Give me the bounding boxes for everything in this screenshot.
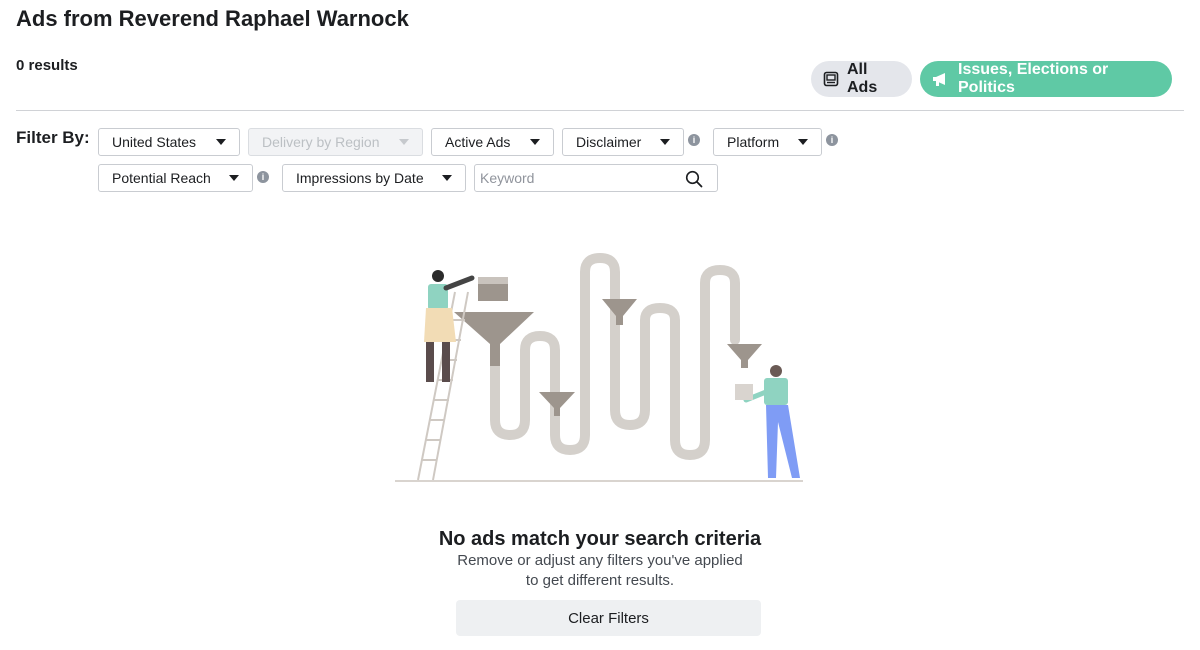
chevron-down-icon xyxy=(399,139,409,145)
delivery-region-value: Delivery by Region xyxy=(262,134,380,150)
results-count: 0 results xyxy=(16,57,78,74)
funnel-small-1 xyxy=(539,392,575,416)
funnel-small-2 xyxy=(602,299,637,325)
reach-info-icon[interactable]: i xyxy=(257,171,269,183)
country-dropdown[interactable]: United States xyxy=(98,128,240,156)
chevron-down-icon xyxy=(229,175,239,181)
empty-state-description: Remove or adjust any filters you've appl… xyxy=(457,552,743,589)
issues-politics-button[interactable]: Issues, Elections or Politics xyxy=(920,61,1172,97)
platform-info-icon[interactable]: i xyxy=(826,134,838,146)
impressions-value: Impressions by Date xyxy=(296,170,424,186)
reach-value: Potential Reach xyxy=(112,170,211,186)
empty-state-illustration xyxy=(395,252,803,482)
platform-dropdown[interactable]: Platform xyxy=(713,128,822,156)
chevron-down-icon xyxy=(798,139,808,145)
delivery-region-dropdown: Delivery by Region xyxy=(248,128,423,156)
clear-filters-button[interactable]: Clear Filters xyxy=(456,600,761,636)
disclaimer-dropdown[interactable]: Disclaimer xyxy=(562,128,684,156)
disclaimer-info-icon[interactable]: i xyxy=(688,134,700,146)
empty-state-title: No ads match your search criteria xyxy=(438,528,762,550)
page-title: Ads from Reverend Raphael Warnock xyxy=(16,6,409,31)
all-ads-label: All Ads xyxy=(847,61,878,96)
pipe xyxy=(490,252,740,461)
platform-value: Platform xyxy=(727,134,780,150)
search-icon[interactable] xyxy=(685,170,703,193)
box xyxy=(478,277,508,301)
disclaimer-value: Disclaimer xyxy=(576,134,642,150)
funnel-small-3 xyxy=(727,344,762,368)
status-value: Active Ads xyxy=(445,134,511,150)
filter-label: Filter By: xyxy=(16,128,90,147)
ads-icon xyxy=(823,71,839,87)
megaphone-icon xyxy=(932,71,950,87)
chevron-down-icon xyxy=(216,139,226,145)
keyword-input[interactable] xyxy=(475,170,685,186)
person-with-cup xyxy=(735,365,800,478)
reach-dropdown[interactable]: Potential Reach xyxy=(98,164,253,192)
chevron-down-icon xyxy=(660,139,670,145)
person-on-ladder xyxy=(424,270,475,382)
funnels xyxy=(454,299,762,416)
country-value: United States xyxy=(112,134,197,150)
issues-politics-label: Issues, Elections or Politics xyxy=(958,61,1109,96)
status-dropdown[interactable]: Active Ads xyxy=(431,128,554,156)
header-divider xyxy=(16,110,1184,111)
chevron-down-icon xyxy=(530,139,540,145)
impressions-dropdown[interactable]: Impressions by Date xyxy=(282,164,466,192)
keyword-field[interactable] xyxy=(474,164,718,192)
chevron-down-icon xyxy=(442,175,452,181)
all-ads-button[interactable]: All Ads xyxy=(811,61,912,97)
